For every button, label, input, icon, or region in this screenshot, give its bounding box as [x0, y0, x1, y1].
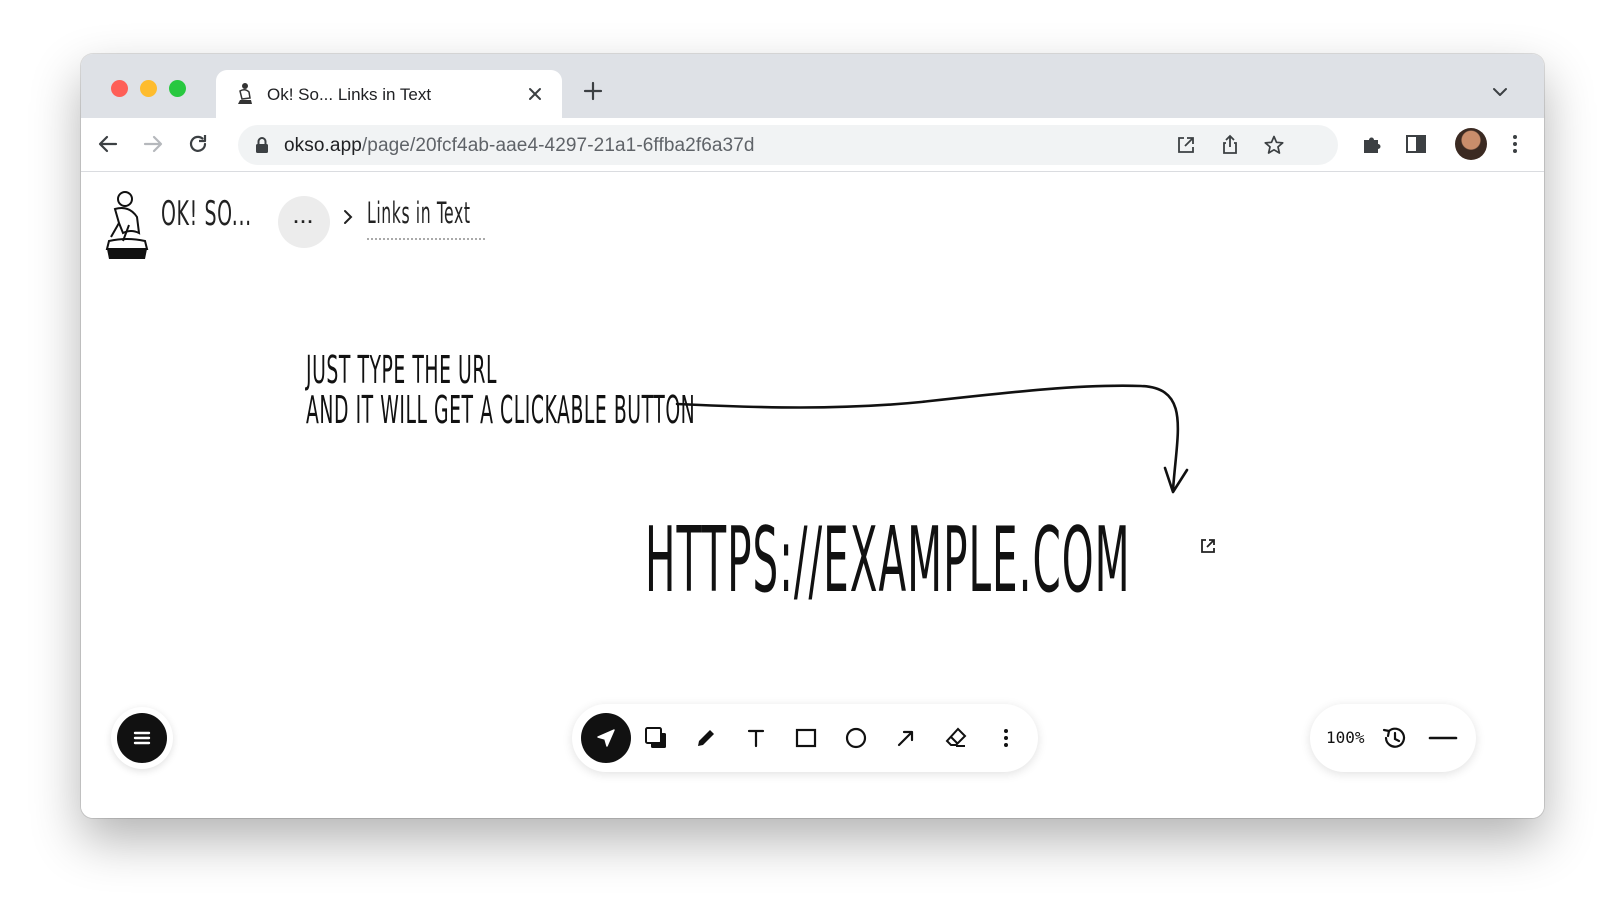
ellipse-tool-button[interactable]	[831, 713, 881, 763]
page-title-underline	[367, 238, 485, 240]
back-arrow-icon[interactable]	[95, 131, 121, 157]
share-icon[interactable]	[1219, 134, 1241, 156]
link-text[interactable]: HTTPS://EXAMPLE.COM	[645, 516, 1131, 606]
bookmark-star-icon[interactable]	[1263, 134, 1285, 156]
page-title[interactable]: Links in Text	[367, 196, 471, 230]
minimize-window-button[interactable]	[140, 80, 157, 97]
new-tab-icon[interactable]	[582, 80, 604, 102]
pencil-icon	[698, 730, 714, 746]
hamburger-icon	[133, 731, 151, 745]
tab-strip: Ok! So... Links in Text	[81, 54, 1544, 118]
diagonal-arrow-icon	[897, 730, 914, 747]
pencil-tool-button[interactable]	[681, 713, 731, 763]
url-domain: okso.app	[284, 135, 362, 156]
history-icon[interactable]	[1380, 724, 1408, 752]
circle-icon	[845, 727, 867, 749]
zoom-panel: 100%	[1310, 704, 1476, 772]
lock-icon[interactable]	[254, 136, 270, 154]
forward-arrow-icon[interactable]	[140, 131, 166, 157]
rectangle-icon	[795, 728, 817, 748]
more-vertical-icon	[1004, 729, 1008, 747]
note-line-2[interactable]: AND IT WILL GET A CLICKABLE BUTTON	[306, 388, 695, 432]
chevron-down-icon[interactable]	[1491, 83, 1509, 101]
open-external-icon[interactable]	[1175, 134, 1197, 156]
cursor-arrow-icon	[597, 729, 615, 747]
open-link-icon[interactable]	[1199, 537, 1217, 555]
address-bar[interactable]: okso.app/page/20fcf4ab-aae4-4297-21a1-6f…	[238, 125, 1338, 165]
layers-tool-button[interactable]	[631, 713, 681, 763]
close-tab-icon[interactable]	[524, 83, 546, 105]
drawing-toolbar	[572, 704, 1038, 772]
close-window-button[interactable]	[111, 80, 128, 97]
zoom-level[interactable]: 100%	[1326, 728, 1365, 747]
arrow-tool-button[interactable]	[881, 713, 931, 763]
maximize-window-button[interactable]	[169, 80, 186, 97]
more-tools-button[interactable]	[981, 713, 1031, 763]
eraser-tool-button[interactable]	[931, 713, 981, 763]
main-menu-button[interactable]	[111, 707, 173, 769]
layers-icon	[645, 727, 666, 748]
browser-menu-kebab-icon[interactable]	[1503, 132, 1527, 156]
reload-icon[interactable]	[185, 131, 211, 157]
text-t-icon	[747, 729, 765, 748]
thinker-favicon-icon	[238, 83, 252, 104]
browser-window: Ok! So... Links in Text okso.app/page/20…	[81, 54, 1544, 818]
tab-title: Ok! So... Links in Text	[267, 85, 432, 104]
main-menu-circle[interactable]	[117, 713, 167, 763]
url-path: /page/20fcf4ab-aae4-4297-21a1-6ffba2f6a3…	[361, 135, 755, 156]
extensions-puzzle-icon[interactable]	[1360, 132, 1384, 156]
note-line-1[interactable]: JUST TYPE THE URL	[306, 348, 497, 392]
side-panel-icon[interactable]	[1404, 132, 1428, 156]
chevron-right-icon	[344, 210, 353, 224]
eraser-icon	[945, 727, 967, 747]
breadcrumb-more-button[interactable]: ···	[278, 196, 330, 248]
select-tool-button[interactable]	[581, 713, 631, 763]
thinker-logo-icon[interactable]	[101, 189, 153, 261]
url-text[interactable]: okso.app/page/20fcf4ab-aae4-4297-21a1-6f…	[284, 135, 755, 157]
rectangle-tool-button[interactable]	[781, 713, 831, 763]
logo-text[interactable]: OK! SO...	[161, 194, 252, 234]
text-tool-button[interactable]	[731, 713, 781, 763]
minus-icon[interactable]	[1428, 724, 1458, 752]
profile-avatar[interactable]	[1455, 128, 1487, 160]
browser-tab[interactable]: Ok! So... Links in Text	[216, 70, 562, 118]
browser-toolbar: okso.app/page/20fcf4ab-aae4-4297-21a1-6f…	[81, 118, 1544, 172]
canvas-page[interactable]: OK! SO... ··· Links in Text JUST TYPE TH…	[81, 172, 1544, 818]
